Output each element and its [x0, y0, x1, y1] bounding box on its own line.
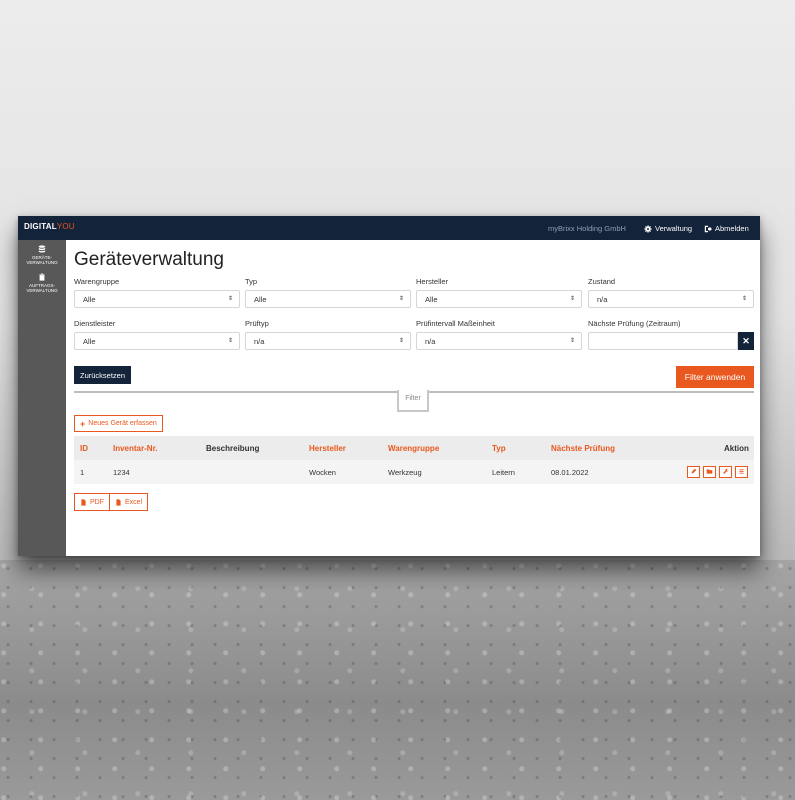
cell-id: 1 — [80, 468, 85, 477]
warengruppe-label: Warengruppe — [74, 277, 120, 286]
cell-typ: Leitern — [492, 468, 515, 477]
wrench-icon — [723, 468, 729, 474]
select-arrows-icon: ⇕ — [398, 296, 404, 302]
select-arrows-icon: ⇕ — [398, 338, 404, 344]
app-logo[interactable]: DIGITALYOU — [24, 222, 75, 231]
dienstleister-label: Dienstleister — [74, 319, 116, 328]
hersteller-label: Hersteller — [416, 277, 449, 286]
main-content: Geräteverwaltung Warengruppe Alle ⇕ Typ … — [66, 240, 760, 556]
folder-button[interactable] — [703, 466, 716, 478]
app-window: DIGITALYOU myBrixx Holding GmbH Verwaltu… — [18, 216, 760, 556]
pencil-icon — [691, 468, 697, 474]
folder-icon — [706, 469, 713, 474]
wrench-button[interactable] — [719, 466, 732, 478]
col-inventar[interactable]: Inventar-Nr. — [113, 444, 157, 453]
naechste-pruefung-label: Nächste Prüfung (Zeitraum) — [588, 319, 681, 328]
list-button[interactable] — [735, 466, 748, 478]
select-arrows-icon: ⇕ — [227, 296, 233, 302]
col-typ[interactable]: Typ — [492, 444, 506, 453]
sidebar: GERÄTE- VERWALTUNG AUFTRAGS- VERWALTUNG — [18, 240, 66, 556]
edit-button[interactable] — [687, 466, 700, 478]
cell-naechste-pruefung: 08.01.2022 — [551, 468, 589, 477]
plus-icon: + — [80, 418, 86, 429]
hersteller-select[interactable]: Alle ⇕ — [416, 290, 582, 308]
select-arrows-icon: ⇕ — [741, 296, 747, 302]
background-texture — [0, 560, 795, 800]
apply-filter-button[interactable]: Filter anwenden — [676, 366, 754, 388]
database-icon — [38, 245, 46, 253]
typ-select[interactable]: Alle ⇕ — [245, 290, 411, 308]
company-name: myBrixx Holding GmbH — [548, 224, 626, 233]
clipboard-icon — [39, 273, 45, 281]
cell-warengruppe: Werkzeug — [388, 468, 422, 477]
sign-out-icon — [704, 225, 712, 232]
prueftyp-label: Prüftyp — [245, 319, 269, 328]
select-arrows-icon: ⇕ — [569, 296, 575, 302]
file-excel-icon — [116, 498, 121, 506]
gear-icon — [644, 224, 652, 233]
col-hersteller[interactable]: Hersteller — [309, 444, 346, 453]
new-device-button[interactable]: + Neues Gerät erfassen — [74, 415, 163, 432]
top-navbar: DIGITALYOU myBrixx Holding GmbH Verwaltu… — [18, 216, 760, 240]
cell-inventar: 1234 — [113, 468, 130, 477]
clear-date-button[interactable]: ✕ — [738, 332, 754, 350]
warengruppe-select[interactable]: Alle ⇕ — [74, 290, 240, 308]
export-pdf-button[interactable]: PDF — [74, 493, 110, 511]
zustand-select[interactable]: n/a ⇕ — [588, 290, 754, 308]
list-icon — [739, 469, 744, 474]
col-id[interactable]: ID — [80, 444, 88, 453]
reset-button[interactable]: Zurücksetzen — [74, 366, 132, 384]
prueftyp-select[interactable]: n/a ⇕ — [245, 332, 411, 350]
admin-link[interactable]: Verwaltung — [644, 224, 692, 233]
typ-label: Typ — [245, 277, 258, 286]
table-header: ID Inventar-Nr. Beschreibung Hersteller … — [74, 436, 754, 460]
sidebar-item-auftragsverwaltung[interactable]: AUFTRAGS- VERWALTUNG — [18, 273, 66, 293]
file-pdf-icon — [81, 498, 86, 506]
close-icon: ✕ — [742, 336, 750, 346]
naechste-pruefung-input[interactable] — [588, 332, 738, 350]
col-warengruppe[interactable]: Warengruppe — [388, 444, 439, 453]
cell-hersteller: Wocken — [309, 468, 336, 477]
zustand-label: Zustand — [588, 277, 616, 286]
filter-toggle[interactable]: Filter — [397, 390, 429, 412]
select-arrows-icon: ⇕ — [227, 338, 233, 344]
select-arrows-icon: ⇕ — [569, 338, 575, 344]
pruefintervall-label: Prüfintervall Maßeinheit — [416, 319, 495, 328]
sidebar-item-geraeteverwaltung[interactable]: GERÄTE- VERWALTUNG — [18, 245, 66, 265]
pruefintervall-select[interactable]: n/a ⇕ — [416, 332, 582, 350]
col-naechste-pruefung[interactable]: Nächste Prüfung — [551, 444, 615, 453]
dienstleister-select[interactable]: Alle ⇕ — [74, 332, 240, 350]
page-title: Geräteverwaltung — [74, 249, 224, 270]
col-beschreibung[interactable]: Beschreibung — [206, 444, 259, 453]
table-row[interactable]: 1 1234 Wocken Werkzeug Leitern 08.01.202… — [74, 460, 754, 484]
logout-link[interactable]: Abmelden — [704, 224, 749, 233]
col-aktion: Aktion — [724, 444, 749, 453]
export-excel-button[interactable]: Excel — [109, 493, 149, 511]
